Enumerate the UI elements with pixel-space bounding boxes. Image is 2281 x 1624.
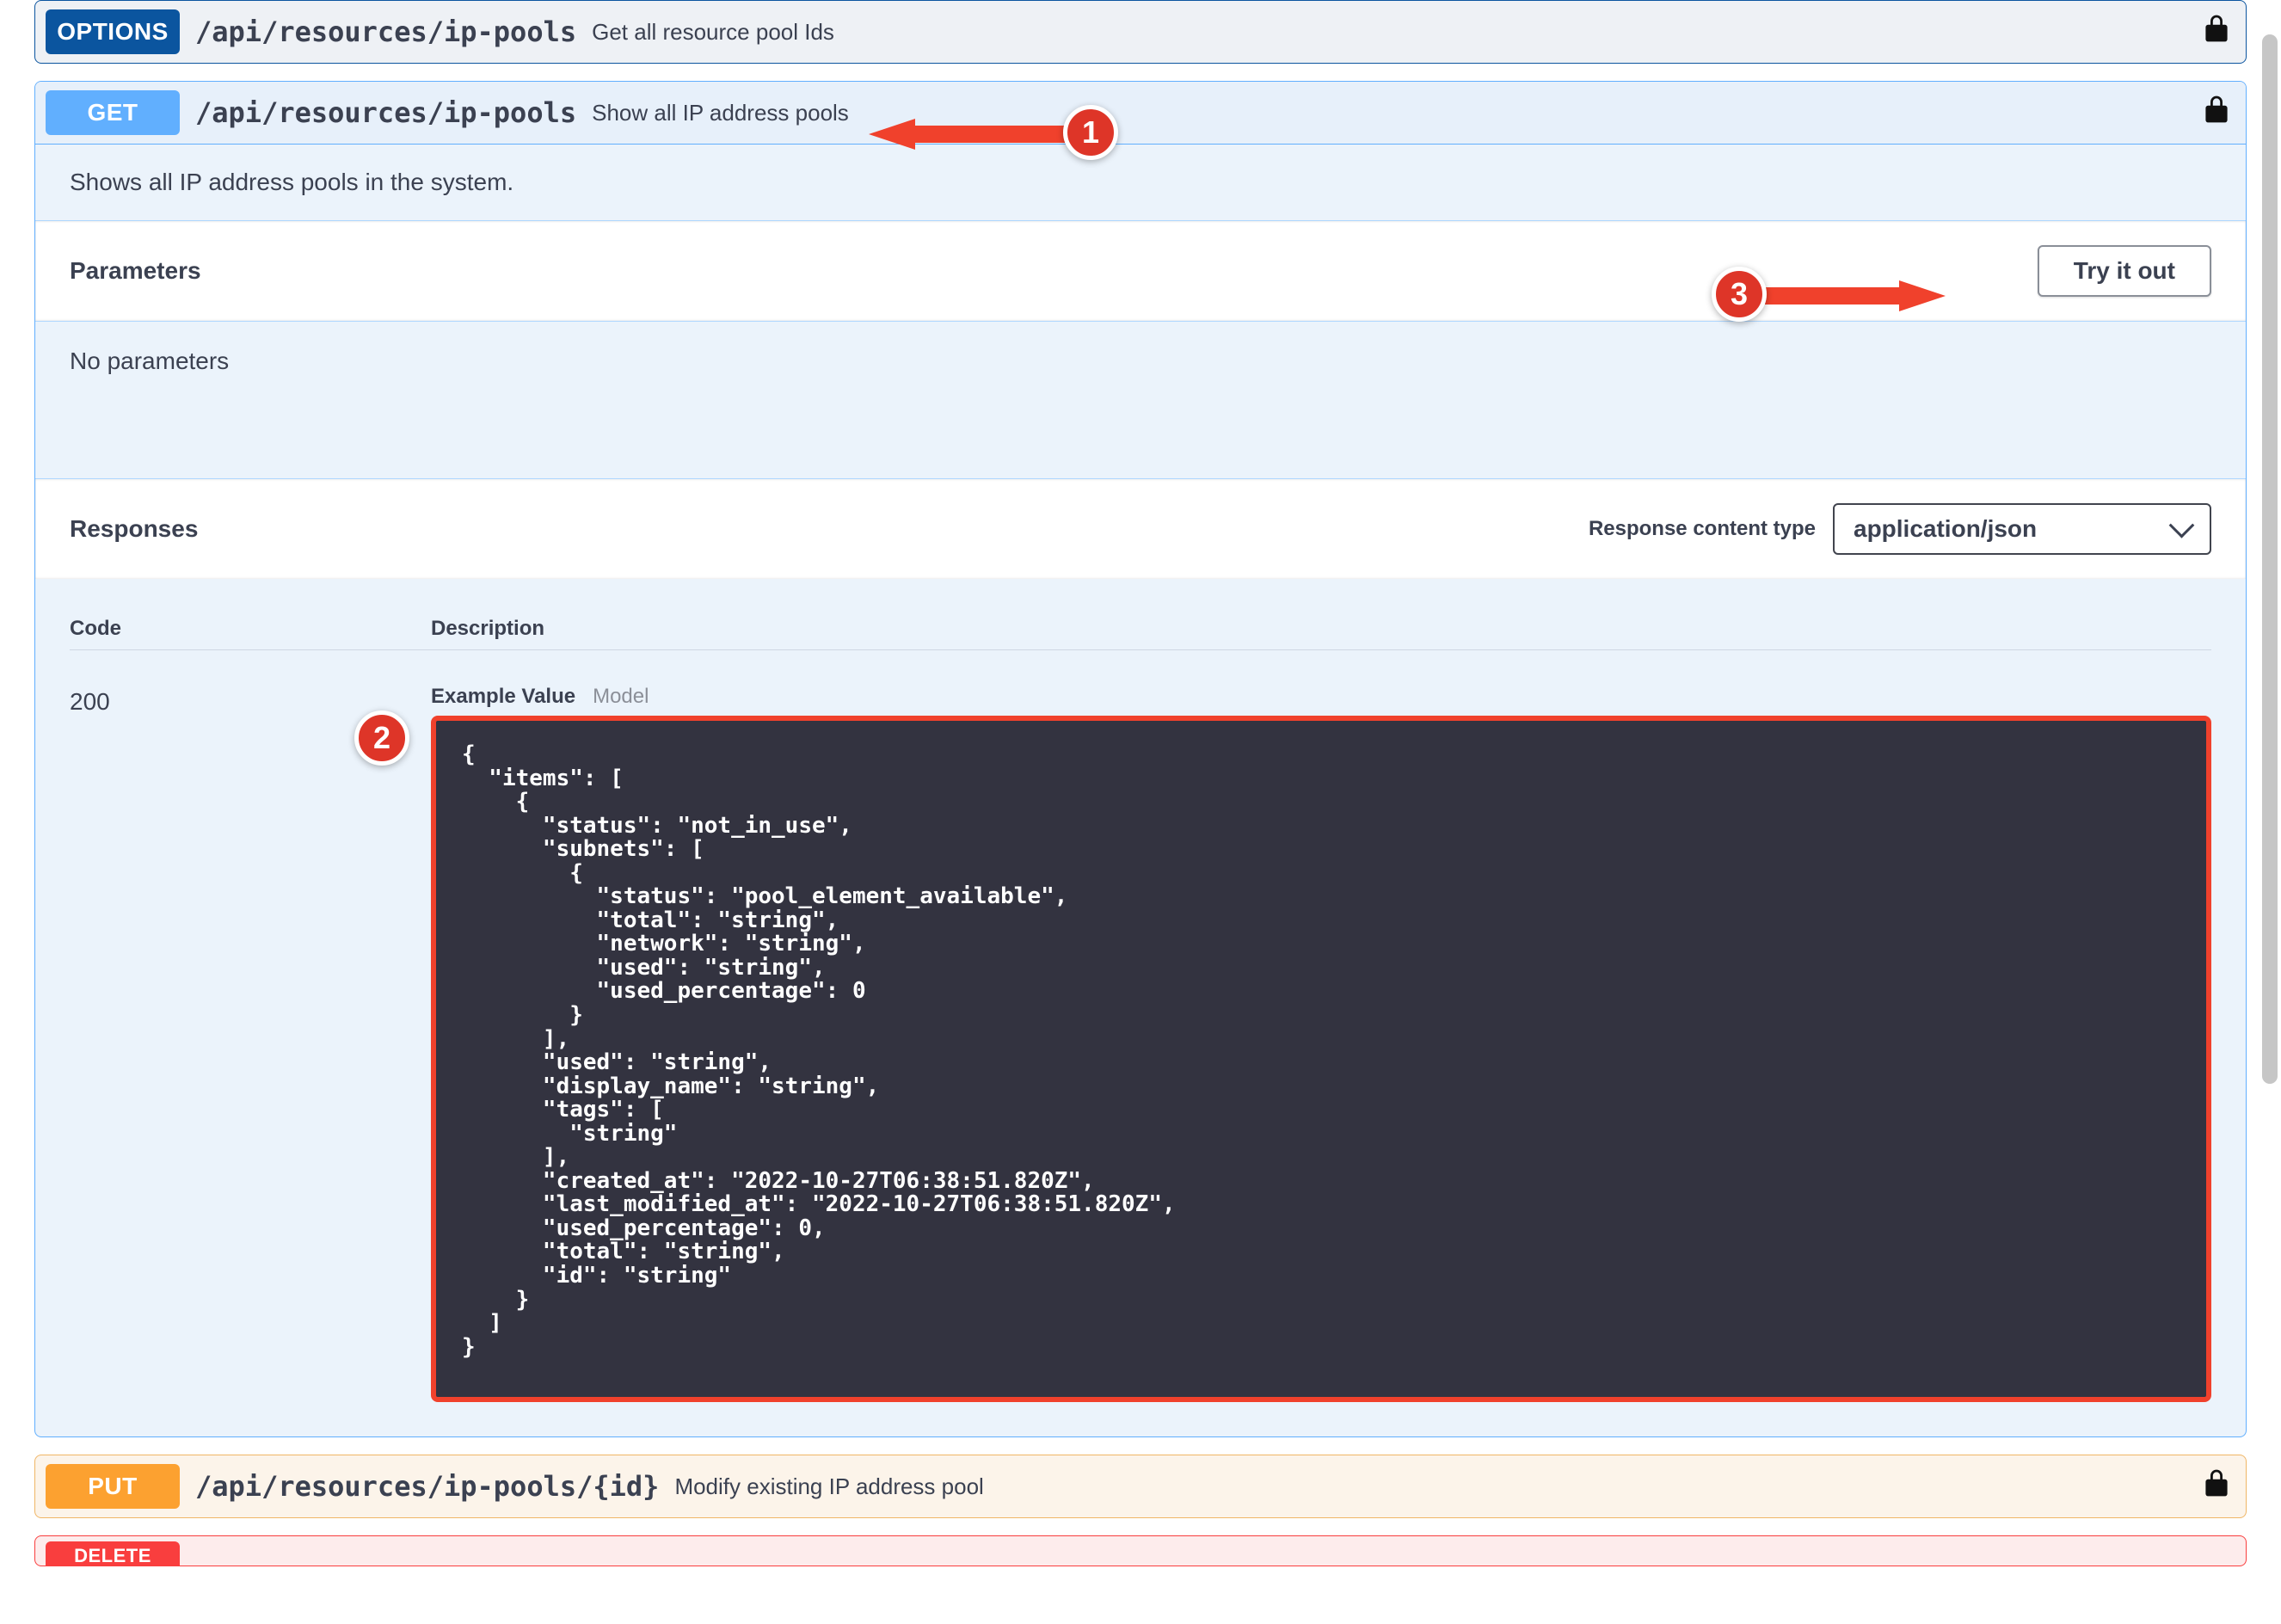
endpoint-long-desc: Shows all IP address pools in the system… <box>35 145 2246 220</box>
tab-model[interactable]: Model <box>593 685 649 709</box>
callout-3-badge: 3 <box>1712 267 1767 322</box>
endpoint-path: /api/resources/ip-pools <box>195 96 576 129</box>
endpoint-path: /api/resources/ip-pools/{id} <box>195 1470 659 1503</box>
method-badge-put: PUT <box>46 1464 180 1509</box>
endpoint-options-summary[interactable]: OPTIONS /api/resources/ip-pools Get all … <box>35 1 2246 63</box>
responses-table-header: Code Description <box>70 617 2211 650</box>
responses-table: Code Description 200 Example Value Model… <box>35 579 2246 1436</box>
no-parameters-text: No parameters <box>35 322 2246 478</box>
endpoint-desc: Get all resource pool Ids <box>592 19 834 46</box>
lock-icon[interactable] <box>2204 95 2229 131</box>
endpoint-path: /api/resources/ip-pools <box>195 15 576 48</box>
example-json-code[interactable]: { "items": [ { "status": "not_in_use", "… <box>436 721 2206 1397</box>
responses-header: Responses Response content type applicat… <box>35 478 2246 579</box>
endpoint-delete: DELETE <box>34 1535 2247 1566</box>
scrollbar-thumb[interactable] <box>2262 34 2278 1084</box>
response-ct-label: Response content type <box>1589 517 1816 541</box>
callout-2-badge: 2 <box>354 710 409 766</box>
endpoint-put-summary[interactable]: PUT /api/resources/ip-pools/{id} Modify … <box>35 1455 2246 1517</box>
response-body: Example Value Model { "items": [ { "stat… <box>431 685 2211 1402</box>
method-badge-get: GET <box>46 90 180 135</box>
endpoint-put: PUT /api/resources/ip-pools/{id} Modify … <box>34 1455 2247 1518</box>
callout-1-badge: 1 <box>1063 105 1118 160</box>
endpoint-delete-summary[interactable]: DELETE <box>35 1536 2246 1566</box>
example-value-box: { "items": [ { "status": "not_in_use", "… <box>431 716 2211 1402</box>
method-badge-delete: DELETE <box>46 1541 180 1566</box>
callout-1-arrow-icon <box>869 117 1067 151</box>
tab-example-value[interactable]: Example Value <box>431 685 575 709</box>
endpoint-desc: Modify existing IP address pool <box>674 1473 983 1500</box>
lock-icon[interactable] <box>2204 1468 2229 1504</box>
try-it-out-button[interactable]: Try it out <box>2038 245 2211 297</box>
method-badge-options: OPTIONS <box>46 9 180 54</box>
endpoint-get-summary[interactable]: GET /api/resources/ip-pools Show all IP … <box>35 82 2246 145</box>
page-root: OPTIONS /api/resources/ip-pools Get all … <box>0 0 2281 1624</box>
lock-icon[interactable] <box>2204 14 2229 50</box>
parameters-title: Parameters <box>70 257 201 285</box>
response-ct-select[interactable]: application/json <box>1833 503 2211 555</box>
endpoint-get-body: Shows all IP address pools in the system… <box>35 145 2246 1436</box>
col-desc-header: Description <box>431 617 544 641</box>
endpoint-options: OPTIONS /api/resources/ip-pools Get all … <box>34 0 2247 64</box>
scrollbar-track[interactable] <box>2262 34 2278 1564</box>
callout-3-arrow-icon <box>1765 279 1946 313</box>
responses-title: Responses <box>70 515 198 543</box>
response-content-type: Response content type application/json <box>1589 503 2211 555</box>
col-code-header: Code <box>70 617 431 641</box>
endpoint-desc: Show all IP address pools <box>592 100 849 126</box>
response-row-200: 200 Example Value Model { "items": [ { "… <box>70 685 2211 1402</box>
response-tabs: Example Value Model <box>431 685 2211 709</box>
